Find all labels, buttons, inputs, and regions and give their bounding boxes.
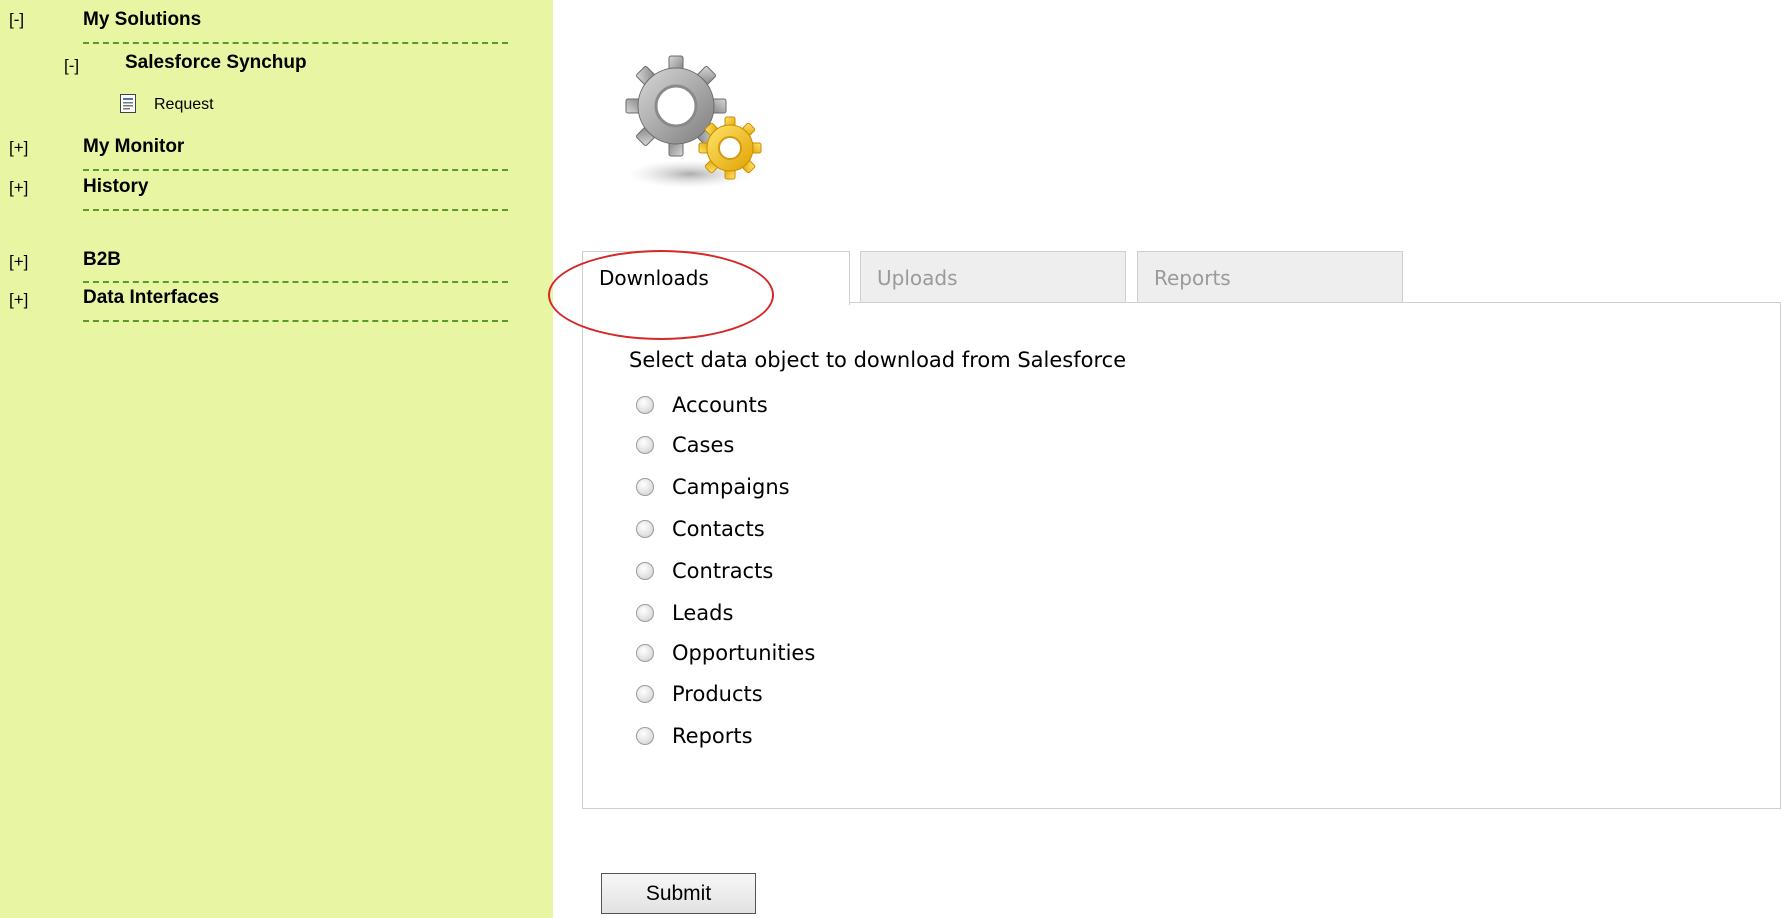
option-label: Products <box>672 682 763 706</box>
option-opportunities[interactable]: Opportunities <box>636 640 815 666</box>
tree-item-b2b[interactable]: B2B <box>83 249 121 271</box>
radio-button[interactable] <box>636 604 654 622</box>
tree-item-my-monitor[interactable]: My Monitor <box>83 136 184 158</box>
expand-toggle-b2b[interactable]: [+] <box>9 252 28 272</box>
radio-button[interactable] <box>636 727 654 745</box>
tree-item-my-solutions[interactable]: My Solutions <box>83 9 201 31</box>
option-campaigns[interactable]: Campaigns <box>636 474 790 500</box>
tree-item-request[interactable]: Request <box>154 96 214 114</box>
submit-button[interactable]: Submit <box>601 873 756 914</box>
option-label: Opportunities <box>672 641 816 665</box>
radio-button[interactable] <box>636 562 654 580</box>
collapse-toggle-my-solutions[interactable]: [-] <box>9 10 24 30</box>
gears-icon <box>620 48 770 198</box>
tree-item-salesforce-synchup[interactable]: Salesforce Synchup <box>125 52 307 74</box>
radio-button[interactable] <box>636 478 654 496</box>
tree-item-history[interactable]: History <box>83 176 148 198</box>
option-products[interactable]: Products <box>636 681 763 707</box>
option-label: Accounts <box>672 393 768 417</box>
option-contacts[interactable]: Contacts <box>636 516 765 542</box>
option-label: Contracts <box>672 559 774 583</box>
divider <box>83 209 508 211</box>
option-label: Campaigns <box>672 475 790 499</box>
prompt-label: Select data object to download from Sale… <box>629 348 1127 372</box>
option-leads[interactable]: Leads <box>636 600 733 626</box>
radio-button[interactable] <box>636 644 654 662</box>
divider <box>83 320 508 322</box>
divider <box>83 169 508 171</box>
expand-toggle-my-monitor[interactable]: [+] <box>9 138 28 158</box>
expand-toggle-data-interfaces[interactable]: [+] <box>9 290 28 310</box>
divider <box>83 42 508 44</box>
expand-toggle-history[interactable]: [+] <box>9 178 28 198</box>
collapse-toggle-salesforce-synchup[interactable]: [-] <box>64 56 79 76</box>
option-label: Cases <box>672 433 735 457</box>
tab-uploads[interactable]: Uploads <box>860 251 1126 303</box>
option-reports[interactable]: Reports <box>636 723 753 749</box>
divider <box>83 281 508 283</box>
highlight-annotation <box>548 250 774 340</box>
radio-button[interactable] <box>636 685 654 703</box>
tab-reports[interactable]: Reports <box>1137 251 1403 303</box>
option-label: Leads <box>672 601 734 625</box>
document-icon <box>120 94 136 113</box>
radio-button[interactable] <box>636 436 654 454</box>
radio-button[interactable] <box>636 520 654 538</box>
tree-item-data-interfaces[interactable]: Data Interfaces <box>83 287 219 309</box>
option-accounts[interactable]: Accounts <box>636 392 768 418</box>
sidebar: [-] My Solutions [-] Salesforce Synchup … <box>0 0 553 918</box>
option-label: Contacts <box>672 517 765 541</box>
option-contracts[interactable]: Contracts <box>636 558 773 584</box>
option-label: Reports <box>672 724 753 748</box>
radio-button[interactable] <box>636 396 654 414</box>
option-cases[interactable]: Cases <box>636 432 734 458</box>
tab-panel-downloads <box>582 302 1781 809</box>
